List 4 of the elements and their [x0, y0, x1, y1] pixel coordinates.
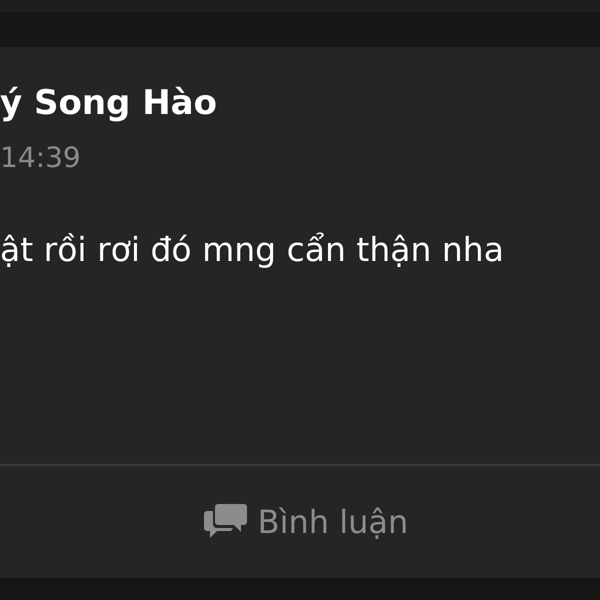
post-text: ật rồi rơi đó mng cẩn thận nha: [0, 230, 504, 269]
comment-button[interactable]: Bình luận: [198, 502, 414, 542]
post-time: 14:39: [0, 141, 81, 174]
author-name: ý Song Hào: [0, 83, 217, 123]
